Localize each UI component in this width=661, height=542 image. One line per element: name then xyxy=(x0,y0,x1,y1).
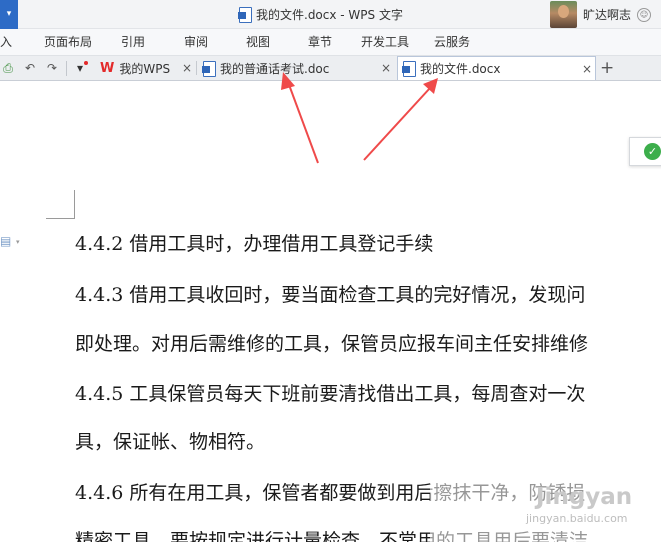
document-area[interactable] xyxy=(0,82,661,542)
redo-icon[interactable]: ↷ xyxy=(44,60,60,76)
tab-my-wps[interactable]: W 我的WPS × xyxy=(96,56,196,80)
menu-insert[interactable]: 入 xyxy=(0,29,12,56)
menu-references[interactable]: 引用 xyxy=(121,29,145,56)
tab-my-file[interactable]: 我的文件.docx × xyxy=(397,56,596,80)
document-icon xyxy=(202,60,216,77)
page-margin-marker xyxy=(46,190,75,219)
watermark-url: jingyan.baidu.com xyxy=(526,512,628,525)
user-account[interactable]: 旷达啊志 ☺ xyxy=(550,0,652,29)
menu-review[interactable]: 审阅 xyxy=(184,29,208,56)
tab-label: 我的WPS xyxy=(119,61,171,76)
menu-cloud-service[interactable]: 云服务 xyxy=(434,29,470,56)
toolbar-divider xyxy=(66,61,67,76)
print-preview-icon[interactable]: ⎙ xyxy=(0,60,16,76)
title-bar: ▾ 我的文件.docx - WPS 文字 旷达啊志 ☺ xyxy=(0,0,661,29)
check-icon: ✓ xyxy=(644,143,661,160)
document-paragraph[interactable]: 4.4.3 借用工具收回时，要当面检查工具的完好情况，发现问 xyxy=(75,282,585,308)
document-paragraph[interactable]: 4.4.5 工具保管员每天下班前要清找借出工具，每周查对一次 xyxy=(75,381,585,407)
undo-icon[interactable]: ↶ xyxy=(22,60,38,76)
window-title-text: 我的文件.docx - WPS 文字 xyxy=(256,8,403,22)
menu-page-layout[interactable]: 页面布局 xyxy=(44,29,92,56)
tab-bar: ⎙ ↶ ↷ ▾ W 我的WPS × 我的普通话考试.doc × 我的文件.doc… xyxy=(0,56,661,81)
menu-bar: 入 页面布局 引用 审阅 视图 章节 开发工具 云服务 xyxy=(0,29,661,56)
menu-developer[interactable]: 开发工具 xyxy=(361,29,409,56)
close-icon[interactable]: × xyxy=(381,56,391,80)
app-menu-button[interactable]: ▾ xyxy=(0,0,18,29)
close-icon[interactable]: × xyxy=(582,57,592,81)
document-paragraph[interactable]: 即处理。对用后需维修的工具，保管员应报车间主任安排维修 xyxy=(75,331,588,357)
paragraph-layout-icon[interactable]: ▤ xyxy=(0,234,11,248)
user-badge-icon[interactable]: ☺ xyxy=(637,7,652,22)
close-icon[interactable]: × xyxy=(182,56,192,80)
document-icon xyxy=(238,7,252,23)
menu-view[interactable]: 视图 xyxy=(246,29,270,56)
avatar[interactable] xyxy=(550,1,577,28)
chevron-down-icon[interactable]: ▾ xyxy=(16,238,20,246)
user-name[interactable]: 旷达啊志 xyxy=(583,6,631,23)
notification-dot xyxy=(84,61,88,65)
watermark-logo: Jingyan xyxy=(536,484,633,510)
window-title: 我的文件.docx - WPS 文字 xyxy=(238,0,403,29)
tab-label: 我的普通话考试.doc xyxy=(220,61,330,76)
save-status-popup[interactable]: ✓ xyxy=(629,137,661,166)
document-paragraph[interactable]: 4.4.2 借用工具时，办理借用工具登记手续 xyxy=(75,231,433,257)
new-tab-button[interactable]: + xyxy=(600,56,614,80)
tab-putonghua-exam[interactable]: 我的普通话考试.doc × xyxy=(198,56,397,80)
document-icon xyxy=(402,61,416,77)
wps-logo-icon: W xyxy=(100,60,115,76)
tab-divider xyxy=(196,61,197,75)
menu-section[interactable]: 章节 xyxy=(308,29,332,56)
tab-label: 我的文件.docx xyxy=(420,62,501,76)
document-paragraph[interactable]: 具，保证帐、物相符。 xyxy=(75,429,265,455)
